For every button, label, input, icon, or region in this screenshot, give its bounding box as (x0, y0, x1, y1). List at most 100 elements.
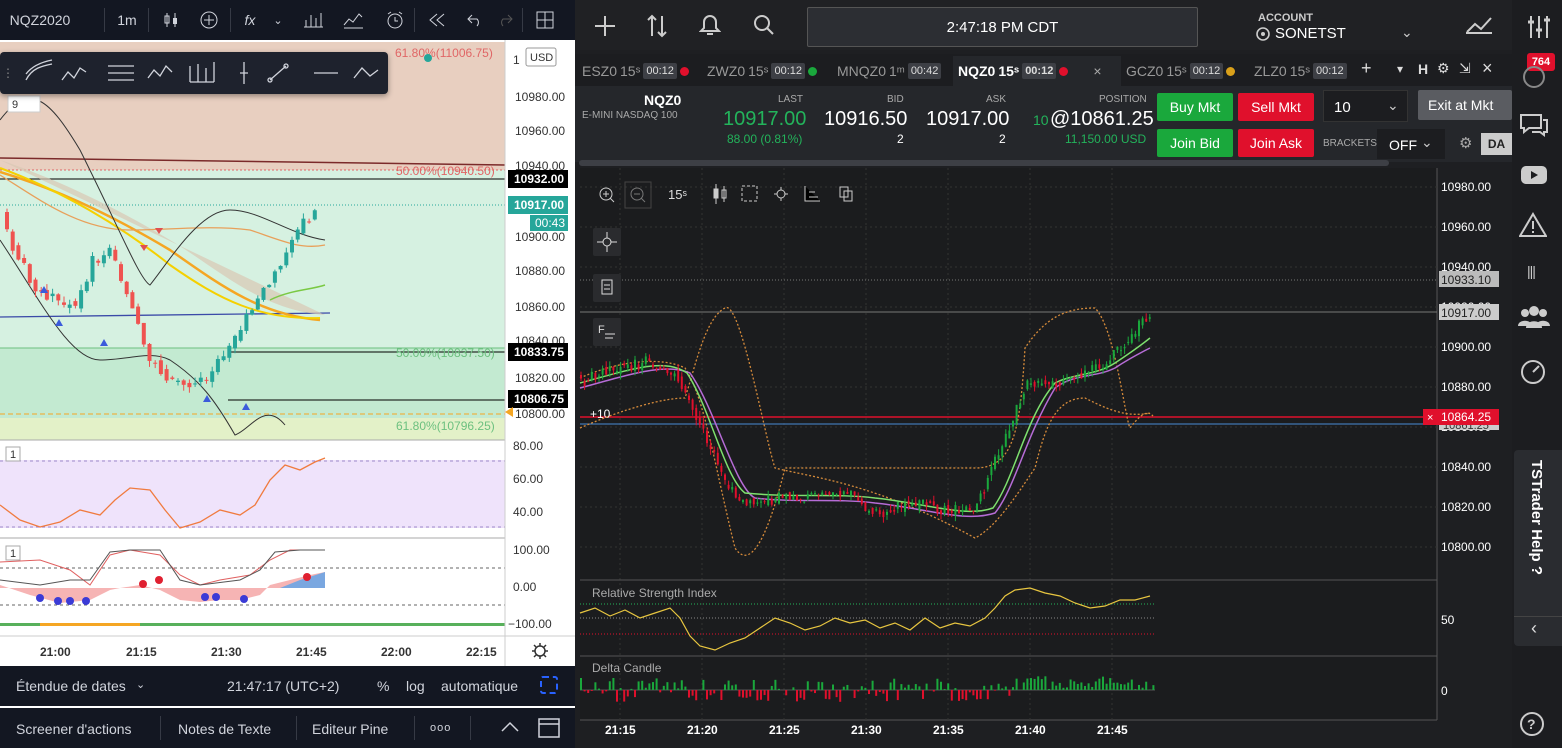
tab-pine-editor[interactable]: Editeur Pine (312, 721, 388, 737)
percent-toggle[interactable]: % (377, 678, 389, 694)
position-label: POSITION (1099, 94, 1147, 105)
tab-gcz0[interactable]: GCZ0 15ˢ 00:12 (1121, 56, 1241, 86)
close-tab-icon[interactable]: × (1093, 63, 1101, 79)
fullscreen-icon[interactable] (540, 676, 558, 694)
bars-icon[interactable]: ||| (1527, 263, 1536, 279)
tab-stock-screener[interactable]: Screener d'actions (16, 721, 132, 737)
bell-icon[interactable] (699, 13, 721, 37)
tv-chart-area[interactable]: 61.80%(11006.75) 50.00%(10940.50) 50.00%… (0, 40, 575, 666)
wave-pattern-icon[interactable] (61, 67, 87, 81)
order-entry-icon[interactable] (645, 12, 669, 40)
tab-text-notes[interactable]: Notes de Texte (178, 721, 271, 737)
axis-label: 80.00 (513, 439, 543, 453)
delta-title: Delta Candle (592, 661, 662, 675)
tab-nqz0[interactable]: NQZ0 15ˢ 00:12 × (953, 56, 1121, 86)
chart-line-icon[interactable] (1465, 16, 1493, 34)
help-panel-tab[interactable]: TSTrader Help ? ‹ (1514, 450, 1562, 646)
add-tab-button[interactable]: + (1361, 58, 1372, 79)
warning-icon[interactable] (1519, 212, 1547, 238)
tab-label: ZLZ0 (1254, 63, 1287, 79)
cycle-lines-icon[interactable] (189, 62, 215, 83)
add-indicator-icon[interactable] (194, 6, 224, 34)
indicators-fx-button[interactable]: fx (236, 6, 264, 34)
vertical-line-icon[interactable] (240, 62, 248, 84)
abc-pattern-icon[interactable] (353, 67, 379, 79)
chart-interval[interactable]: 15ˢ (668, 187, 687, 202)
add-icon[interactable] (593, 14, 617, 38)
horizontal-scrollbar[interactable] (579, 160, 1389, 166)
close-position-icon[interactable]: × (1427, 412, 1433, 424)
clock-display[interactable]: 21:47:17 (UTC+2) (227, 678, 339, 694)
legend-count[interactable]: 9 (12, 99, 18, 111)
elliott-wave-icon[interactable] (25, 59, 53, 81)
time-label: 21:25 (769, 723, 800, 737)
ts-chart-area[interactable]: +10 Relative Strength Index Delta Candle… (575, 168, 1512, 748)
time-label: 21:20 (687, 723, 718, 737)
tab-countdown: 00:12 (643, 63, 677, 79)
replay-icon[interactable] (422, 6, 452, 34)
account-select[interactable]: SONETST (1275, 25, 1346, 42)
buy-market-button[interactable]: Buy Mkt (1157, 93, 1233, 121)
trend-line-icon[interactable] (267, 63, 289, 83)
users-icon[interactable] (1517, 304, 1551, 330)
tab-list-icon[interactable]: ▾ (1397, 62, 1403, 76)
interval-button[interactable]: 1m (110, 6, 144, 34)
abcd-pattern-icon[interactable] (147, 64, 173, 79)
auto-toggle[interactable]: automatique (441, 678, 518, 694)
rsi-title: Relative Strength Index (592, 586, 717, 600)
join-bid-button[interactable]: Join Bid (1157, 129, 1233, 157)
tab-zwz0[interactable]: ZWZ0 15ˢ 00:12 (702, 56, 828, 86)
account-icon (1256, 27, 1270, 41)
speedometer-icon[interactable] (1519, 358, 1547, 386)
time-label: 21:35 (933, 723, 964, 737)
fib-label-top: 61.80%(11006.75) (395, 46, 493, 60)
chevron-down-icon[interactable]: ⌄ (268, 6, 288, 34)
popout-icon[interactable]: ⇲ (1459, 60, 1471, 77)
globe-icon[interactable] (1521, 64, 1547, 90)
templates-icon[interactable] (298, 6, 328, 34)
help-icon[interactable]: ? (1518, 710, 1546, 738)
tab-zlz0[interactable]: ZLZ0 15ˢ 00:12 (1249, 56, 1355, 86)
h-button[interactable]: H (1418, 61, 1428, 77)
sell-market-button[interactable]: Sell Mkt (1238, 93, 1314, 121)
candle-style-icon[interactable] (154, 6, 188, 34)
tab-countdown: 00:12 (771, 63, 805, 79)
chevron-up-icon[interactable] (500, 720, 520, 734)
tab-mnqz0[interactable]: MNQZ0 1ᵐ 00:42 (832, 56, 952, 86)
chevron-down-icon[interactable]: ⌄ (136, 678, 145, 691)
maximize-panel-icon[interactable] (538, 718, 560, 738)
log-toggle[interactable]: log (406, 678, 425, 694)
chat-icon[interactable] (1519, 112, 1549, 138)
alert-icon[interactable] (380, 6, 410, 34)
sliders-icon[interactable] (1526, 14, 1552, 40)
help-label: TSTrader Help ? (1528, 460, 1545, 576)
parallel-channel-icon[interactable] (108, 65, 134, 81)
brackets-select[interactable]: OFF ⌄ (1377, 129, 1445, 159)
tradingview-panel: NQZ2020 1m fx ⌄ 61.80%(11006.75) 50.00%(… (0, 0, 575, 748)
tab-interval: 15ˢ (1289, 63, 1311, 79)
axis-label: 10900.00 (1441, 340, 1491, 354)
redo-icon[interactable] (492, 6, 518, 34)
bar-countdown-tag: 00:43 (535, 216, 565, 230)
close-icon[interactable]: × (1482, 58, 1493, 79)
drag-handle-icon[interactable]: ⋮ (2, 52, 14, 94)
search-icon[interactable] (753, 14, 775, 36)
gear-icon[interactable]: ⚙ (1459, 134, 1472, 152)
axis-label: 40.00 (513, 505, 543, 519)
da-button[interactable]: DA (1481, 133, 1512, 155)
compare-icon[interactable] (338, 6, 368, 34)
bid-size: 2 (897, 132, 904, 146)
tab-esz0[interactable]: ESZ0 15ˢ 00:12 (577, 56, 701, 86)
layout-icon[interactable] (530, 6, 560, 34)
date-range-button[interactable]: Étendue de dates (16, 678, 126, 694)
undo-icon[interactable] (462, 6, 488, 34)
exit-at-market-button[interactable]: Exit at Mkt (1418, 90, 1512, 120)
more-tabs-button[interactable]: ooo (430, 722, 451, 734)
symbol-search-button[interactable]: NQZ2020 (4, 6, 76, 34)
gear-icon[interactable]: ⚙ (1437, 60, 1450, 77)
youtube-icon[interactable] (1520, 164, 1548, 186)
chevron-down-icon[interactable]: ⌄ (1401, 24, 1413, 41)
chevron-left-icon[interactable]: ‹ (1531, 618, 1537, 639)
quantity-select[interactable]: 10 ⌄ (1323, 90, 1408, 122)
join-ask-button[interactable]: Join Ask (1238, 129, 1314, 157)
